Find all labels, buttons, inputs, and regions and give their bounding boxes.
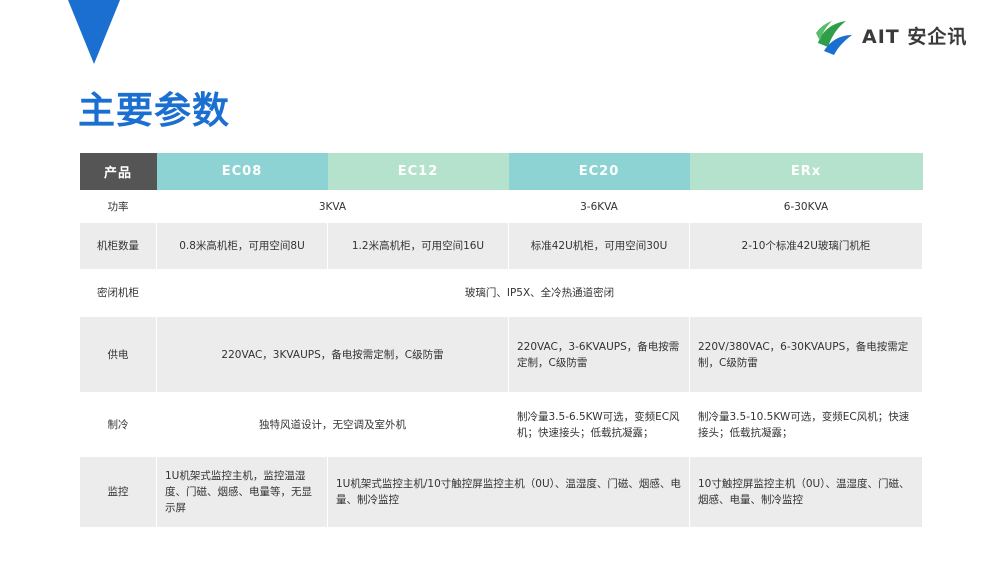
table-row-monitor: 监控 1U机架式监控主机，监控温湿度、门磁、烟感、电量等，无显示屏 1U机架式监… [79, 456, 923, 528]
header-ec20: EC20 [508, 153, 690, 191]
row-label-cabinet: 机柜数量 [79, 222, 157, 270]
header-ec08: EC08 [156, 153, 328, 191]
page-title: 主要参数 [78, 89, 230, 132]
table-row-cooling: 制冷 独特风道设计，无空调及室外机 制冷量3.5-6.5KW可选，变频EC风机；… [79, 392, 923, 457]
cell-cabinet-ec08: 0.8米高机柜，可用空间8U [156, 222, 328, 270]
table-row-power: 功率 3KVA 3-6KVA 6-30KVA [79, 190, 923, 223]
cell-monitor-erx: 10寸触控屏监控主机（0U）、温湿度、门磁、烟感、电量、制冷监控 [689, 456, 923, 528]
table-row-cabinet: 机柜数量 0.8米高机柜，可用空间8U 1.2米高机柜，可用空间16U 标准42… [79, 222, 923, 270]
cell-sealed-all: 玻璃门、IP5X、全冷热通道密闭 [156, 269, 923, 317]
cell-cooling-erx: 制冷量3.5-10.5KW可选，变频EC风机；快速接头；低载抗凝露； [689, 392, 923, 457]
row-label-cooling: 制冷 [79, 392, 157, 457]
table-row-supply: 供电 220VAC，3KVAUPS，备电按需定制，C级防雷 220VAC，3-6… [79, 316, 923, 393]
row-label-monitor: 监控 [79, 456, 157, 528]
header-ec12: EC12 [327, 153, 509, 191]
row-label-sealed: 密闭机柜 [79, 269, 157, 317]
cell-cooling-ec08-ec12: 独特风道设计，无空调及室外机 [156, 392, 509, 457]
cell-cabinet-ec12: 1.2米高机柜，可用空间16U [327, 222, 509, 270]
cell-monitor-ec12-ec20: 1U机架式监控主机/10寸触控屏监控主机（0U）、温湿度、门磁、烟感、电量、制冷… [327, 456, 690, 528]
ait-logo-icon [816, 21, 852, 55]
cell-supply-ec20: 220VAC，3-6KVAUPS，备电按需定制，C级防雷 [508, 316, 690, 393]
cell-cabinet-erx: 2-10个标准42U玻璃门机柜 [689, 222, 923, 270]
cell-supply-ec08-ec12: 220VAC，3KVAUPS，备电按需定制，C级防雷 [156, 316, 509, 393]
cell-power-ec08-ec12: 3KVA [156, 190, 509, 223]
cell-power-ec20: 3-6KVA [508, 190, 690, 223]
cell-cabinet-ec20: 标准42U机柜，可用空间30U [508, 222, 690, 270]
row-label-supply: 供电 [79, 316, 157, 393]
header-erx: ERx [689, 153, 923, 191]
logo-text: AIT 安企讯 [862, 25, 968, 48]
cell-cooling-ec20: 制冷量3.5-6.5KW可选，变频EC风机；快速接头；低载抗凝露； [508, 392, 690, 457]
cell-monitor-ec08: 1U机架式监控主机，监控温湿度、门磁、烟感、电量等，无显示屏 [156, 456, 328, 528]
brand-logo: AIT 安企讯 [812, 13, 967, 57]
spec-table: 产品 EC08 EC12 EC20 ERx 功率 3KVA 3-6KVA 6-3… [79, 153, 923, 528]
table-header-row: 产品 EC08 EC12 EC20 ERx [79, 153, 923, 191]
row-label-power: 功率 [79, 190, 157, 223]
corner-triangle-decoration [68, 0, 120, 64]
cell-power-erx: 6-30KVA [689, 190, 923, 223]
table-row-sealed: 密闭机柜 玻璃门、IP5X、全冷热通道密闭 [79, 269, 923, 317]
cell-supply-erx: 220V/380VAC，6-30KVAUPS，备电按需定制，C级防雷 [689, 316, 923, 393]
header-product: 产品 [79, 153, 157, 191]
